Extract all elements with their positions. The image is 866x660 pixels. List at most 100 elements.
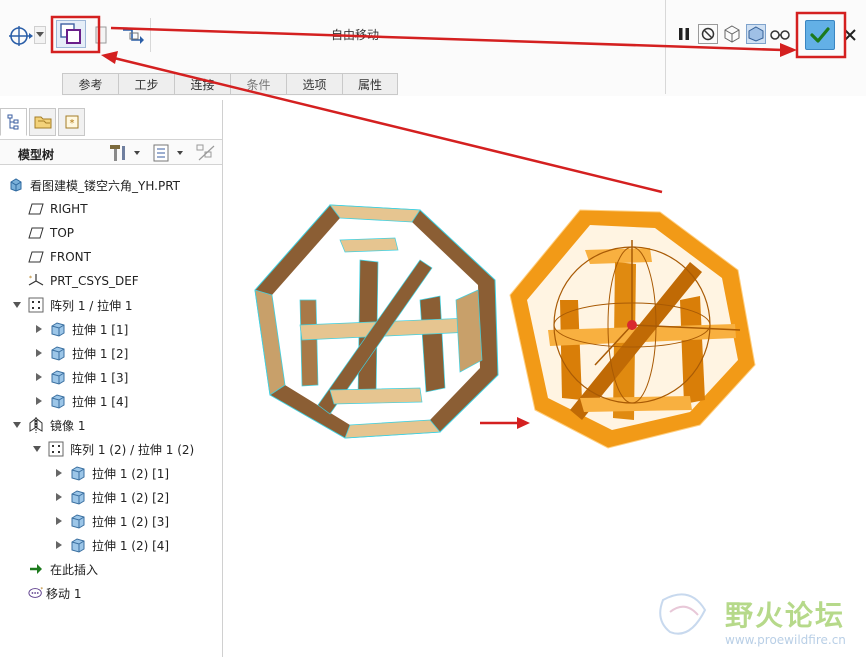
csys-dragger-button[interactable] [4,22,36,48]
tree-node-label: FRONT [50,250,91,264]
cancel-x-icon [844,29,856,41]
panel-divider[interactable] [222,100,223,657]
tree-columns-icon [153,144,183,162]
preview-button[interactable] [722,24,742,44]
collapse-arrow-icon[interactable] [34,324,44,334]
tree-node-right[interactable]: RIGHT [28,199,88,219]
free-move-button[interactable] [56,20,86,48]
tree-node-extrude-1-2[interactable]: 拉伸 1 [2] [34,343,128,363]
pattern-icon [28,297,44,313]
collapse-arrow-icon[interactable] [54,540,64,550]
move-feature-icon: * [28,585,44,601]
expand-arrow-icon[interactable] [32,444,42,454]
relocate-icon [123,29,144,44]
model-tree-header: 模型树 [0,139,222,165]
no-preview-button[interactable] [698,24,718,44]
free-move-icon [60,23,81,44]
tree-node-move-1[interactable]: * 移动 1 [28,583,81,603]
pause-button[interactable] [674,24,694,44]
tree-node-extrude-1-3[interactable]: 拉伸 1 [3] [34,367,128,387]
tree-node-mirror-1[interactable]: 镜像 1 [12,415,85,435]
tree-node-label: 镜像 1 [50,418,86,433]
watermark-url: www.proewildfire.cn [725,633,846,647]
tree-node-extrude-2-3[interactable]: 拉伸 1 (2) [3] [54,511,169,531]
collapse-arrow-icon[interactable] [34,348,44,358]
extrude-icon [50,369,66,385]
tab-conditions[interactable]: 条件 [230,73,286,95]
collapse-arrow-icon[interactable] [54,492,64,502]
tab-favorites[interactable]: * [58,108,85,136]
tab-properties[interactable]: 属性 [342,73,398,95]
dashboard-tabs: 参考 工步 连接 条件 选项 属性 [62,73,398,95]
collapse-arrow-icon[interactable] [34,396,44,406]
tree-node-pattern-1[interactable]: 阵列 1 / 拉伸 1 [12,295,133,315]
extrude-icon [70,489,86,505]
tab-references[interactable]: 参考 [62,73,118,95]
favorites-icon: * [65,115,78,129]
csys-dragger-icon [9,26,33,46]
tree-node-insert-here[interactable]: 在此插入 [28,559,98,579]
tab-folder-browser[interactable] [29,108,56,136]
glasses-button[interactable] [769,24,791,44]
operation-title: 自由移动 [330,28,379,42]
tree-node-top[interactable]: TOP [28,223,74,243]
verify-button[interactable] [746,24,766,44]
moved-preview-model[interactable] [509,209,756,449]
insert-here-arrow-icon [28,561,44,577]
tree-columns-button[interactable] [150,142,188,164]
expand-arrow-icon[interactable] [12,300,22,310]
part-icon [8,177,24,193]
extrude-icon [50,393,66,409]
tree-node-label: 移动 1 [46,586,82,601]
tree-node-root[interactable]: 看图建模_镂空六角_YH.PRT [8,175,180,195]
preview-icon [724,25,740,43]
mirror-icon [28,417,44,433]
tree-filter-button[interactable] [194,142,218,164]
tab-options[interactable]: 选项 [286,73,342,95]
tree-node-label: PRT_CSYS_DEF [50,274,139,288]
svg-text:*: * [69,118,74,129]
toolbar-divider [150,18,151,52]
tree-node-label: 拉伸 1 [3] [72,370,129,385]
relocate-button[interactable] [118,22,146,48]
graphics-window[interactable] [224,100,866,657]
csys-icon: * [28,273,44,289]
tree-node-front[interactable]: FRONT [28,247,91,267]
tree-node-label: RIGHT [50,202,88,216]
tree-settings-icon [110,145,140,161]
cancel-button[interactable] [842,26,858,44]
tab-steps[interactable]: 工步 [118,73,174,95]
direction-arrow [480,417,530,429]
tree-node-label: 拉伸 1 [1] [72,322,129,337]
collapse-arrow-icon[interactable] [54,468,64,478]
extrude-icon [50,345,66,361]
tree-node-csys[interactable]: * PRT_CSYS_DEF [28,271,139,291]
datum-plane-icon [28,201,44,217]
svg-text:*: * [40,587,43,593]
collapse-arrow-icon[interactable] [54,516,64,526]
watermark-logo [659,593,707,635]
original-model[interactable] [254,204,499,439]
model-viewport[interactable] [224,100,866,657]
tree-node-extrude-2-2[interactable]: 拉伸 1 (2) [2] [54,487,169,507]
tab-connections[interactable]: 连接 [174,73,230,95]
copy-button[interactable] [90,22,112,48]
tree-node-label: 拉伸 1 (2) [1] [92,466,170,481]
expand-arrow-icon[interactable] [12,420,22,430]
no-preview-icon [701,27,715,41]
tab-model-tree[interactable] [0,108,27,136]
extrude-icon [70,537,86,553]
tree-node-extrude-1-1[interactable]: 拉伸 1 [1] [34,319,128,339]
extrude-icon [70,513,86,529]
tree-node-extrude-2-1[interactable]: 拉伸 1 (2) [1] [54,463,169,483]
ok-button[interactable] [805,20,835,50]
csys-dropdown-button[interactable] [34,26,46,44]
tree-settings-button[interactable] [106,142,146,164]
tree-node-extrude-2-4[interactable]: 拉伸 1 (2) [4] [54,535,169,555]
dashboard-divider [665,0,666,94]
collapse-arrow-icon[interactable] [34,372,44,382]
model-tree-title: 模型树 [18,148,55,162]
tree-node-label: 拉伸 1 (2) [3] [92,514,170,529]
tree-node-pattern-2[interactable]: 阵列 1 (2) / 拉伸 1 (2) [32,439,194,459]
tree-node-extrude-1-4[interactable]: 拉伸 1 [4] [34,391,128,411]
